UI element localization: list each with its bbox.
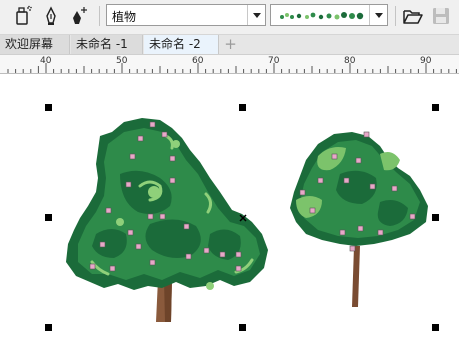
ruler-label: 90 xyxy=(420,56,432,66)
folder-open-icon[interactable] xyxy=(402,5,424,27)
document-tab-bar: 欢迎屏幕 未命名 -1 未命名 -2 + xyxy=(0,35,459,55)
tab-label: 未命名 -1 xyxy=(76,37,128,51)
chevron-down-icon[interactable] xyxy=(247,5,265,25)
ruler-label: 50 xyxy=(116,56,128,66)
artwork xyxy=(66,118,428,322)
selection-handle-bottom-center[interactable] xyxy=(239,324,246,331)
add-tab-button[interactable]: + xyxy=(223,37,238,52)
spray-bottle-icon[interactable] xyxy=(12,5,34,27)
tab-untitled-1[interactable]: 未命名 -1 xyxy=(71,35,143,54)
tab-welcome-screen[interactable]: 欢迎屏幕 xyxy=(0,35,70,54)
toolbar-separator xyxy=(395,6,396,26)
ruler-label: 60 xyxy=(192,56,204,66)
ruler-ticks xyxy=(7,63,457,73)
ruler-label: 70 xyxy=(268,56,280,66)
tab-label: 未命名 -2 xyxy=(149,37,201,51)
selection-handle-top-right[interactable] xyxy=(432,104,439,111)
chevron-down-icon[interactable] xyxy=(369,5,387,25)
tab-untitled-2[interactable]: 未命名 -2 xyxy=(144,35,219,54)
category-select[interactable]: 植物 xyxy=(106,4,266,26)
floppy-disk-icon[interactable] xyxy=(430,5,452,27)
selection-handle-top-center[interactable] xyxy=(239,104,246,111)
drawing-canvas[interactable] xyxy=(0,74,459,343)
selection-handle-bottom-left[interactable] xyxy=(45,324,52,331)
selection-handle-middle-left[interactable] xyxy=(45,214,52,221)
hedge-stroke-preview xyxy=(280,12,364,20)
pen-nib-plus-icon[interactable] xyxy=(68,5,90,27)
tab-label: 欢迎屏幕 xyxy=(5,37,54,51)
horizontal-ruler[interactable]: 40 50 60 70 80 90 xyxy=(0,55,459,74)
selection-handle-middle-right[interactable] xyxy=(432,214,439,221)
ruler-label: 40 xyxy=(40,56,52,66)
toolbar-separator xyxy=(99,6,100,26)
pen-nib-icon[interactable] xyxy=(40,5,62,27)
selection-handle-bottom-right[interactable] xyxy=(432,324,439,331)
stroke-preset-select[interactable] xyxy=(270,4,388,26)
ruler-label: 80 xyxy=(344,56,356,66)
small-tree-trunk xyxy=(352,246,360,307)
category-select-value: 植物 xyxy=(112,10,137,24)
selection-handle-top-left[interactable] xyxy=(45,104,52,111)
property-toolbar: 植物 xyxy=(0,0,459,35)
